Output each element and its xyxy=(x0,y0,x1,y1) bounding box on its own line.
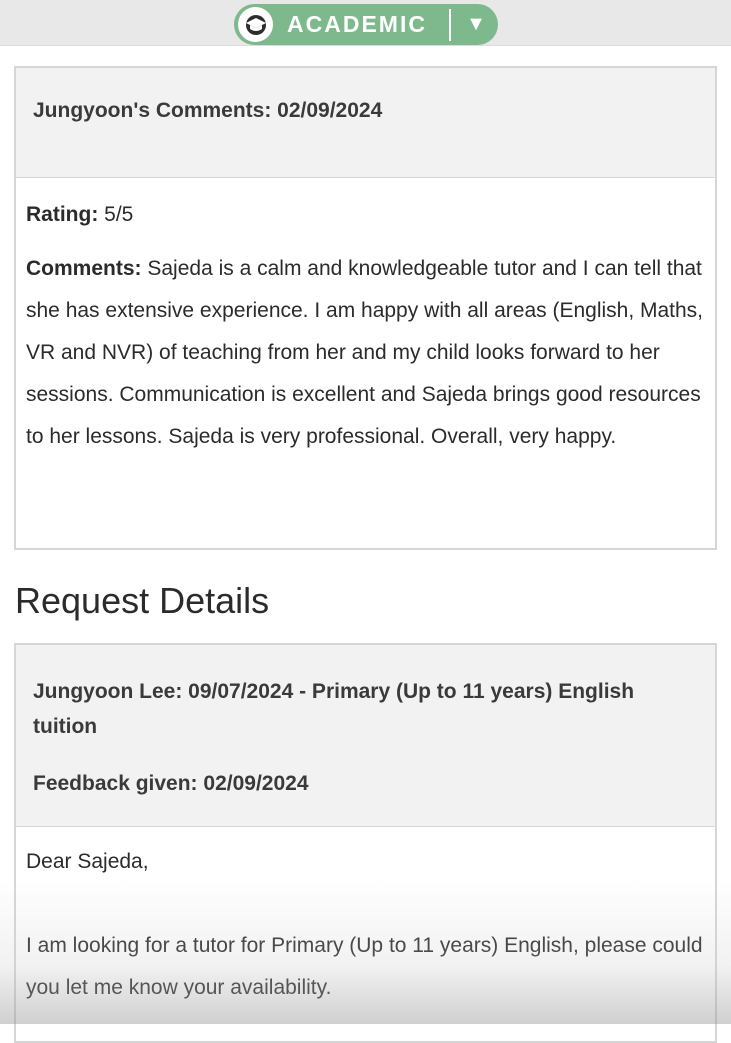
academic-menu-badge[interactable]: ACADEMIC ▼ xyxy=(234,4,498,45)
rating-label: Rating: xyxy=(26,203,99,226)
chevron-down-icon[interactable]: ▼ xyxy=(463,10,489,40)
request-line: Jungyoon Lee: 09/07/2024 - Primary (Up t… xyxy=(33,680,635,738)
feedback-line: Feedback given: 02/09/2024 xyxy=(33,772,309,795)
rating-value: 5/5 xyxy=(104,203,134,226)
comment-card: Jungyoon's Comments: 02/09/2024 Rating: … xyxy=(14,66,717,550)
graduation-cap-icon xyxy=(236,5,275,44)
request-card-body: Dear Sajeda, I am looking for a tutor fo… xyxy=(16,841,715,1009)
comment-card-title: Jungyoon's Comments: 02/09/2024 xyxy=(16,68,715,178)
comments-text: Sajeda is a calm and knowledgeable tutor… xyxy=(26,257,704,448)
request-message: I am looking for a tutor for Primary (Up… xyxy=(26,934,703,999)
comments-row: Comments: Sajeda is a calm and knowledge… xyxy=(26,248,705,458)
academic-label: ACADEMIC xyxy=(287,11,427,37)
greeting: Dear Sajeda, xyxy=(26,850,149,873)
comment-card-body: Rating: 5/5 Comments: Sajeda is a calm a… xyxy=(16,202,715,458)
top-bar: ACADEMIC ▼ xyxy=(0,0,731,46)
comments-label: Comments: xyxy=(26,257,142,280)
badge-divider xyxy=(449,8,451,41)
rating-row: Rating: 5/5 xyxy=(26,202,705,228)
request-card-header: Jungyoon Lee: 09/07/2024 - Primary (Up t… xyxy=(16,645,715,827)
request-card: Jungyoon Lee: 09/07/2024 - Primary (Up t… xyxy=(14,643,717,1043)
request-details-title: Request Details xyxy=(15,580,270,621)
